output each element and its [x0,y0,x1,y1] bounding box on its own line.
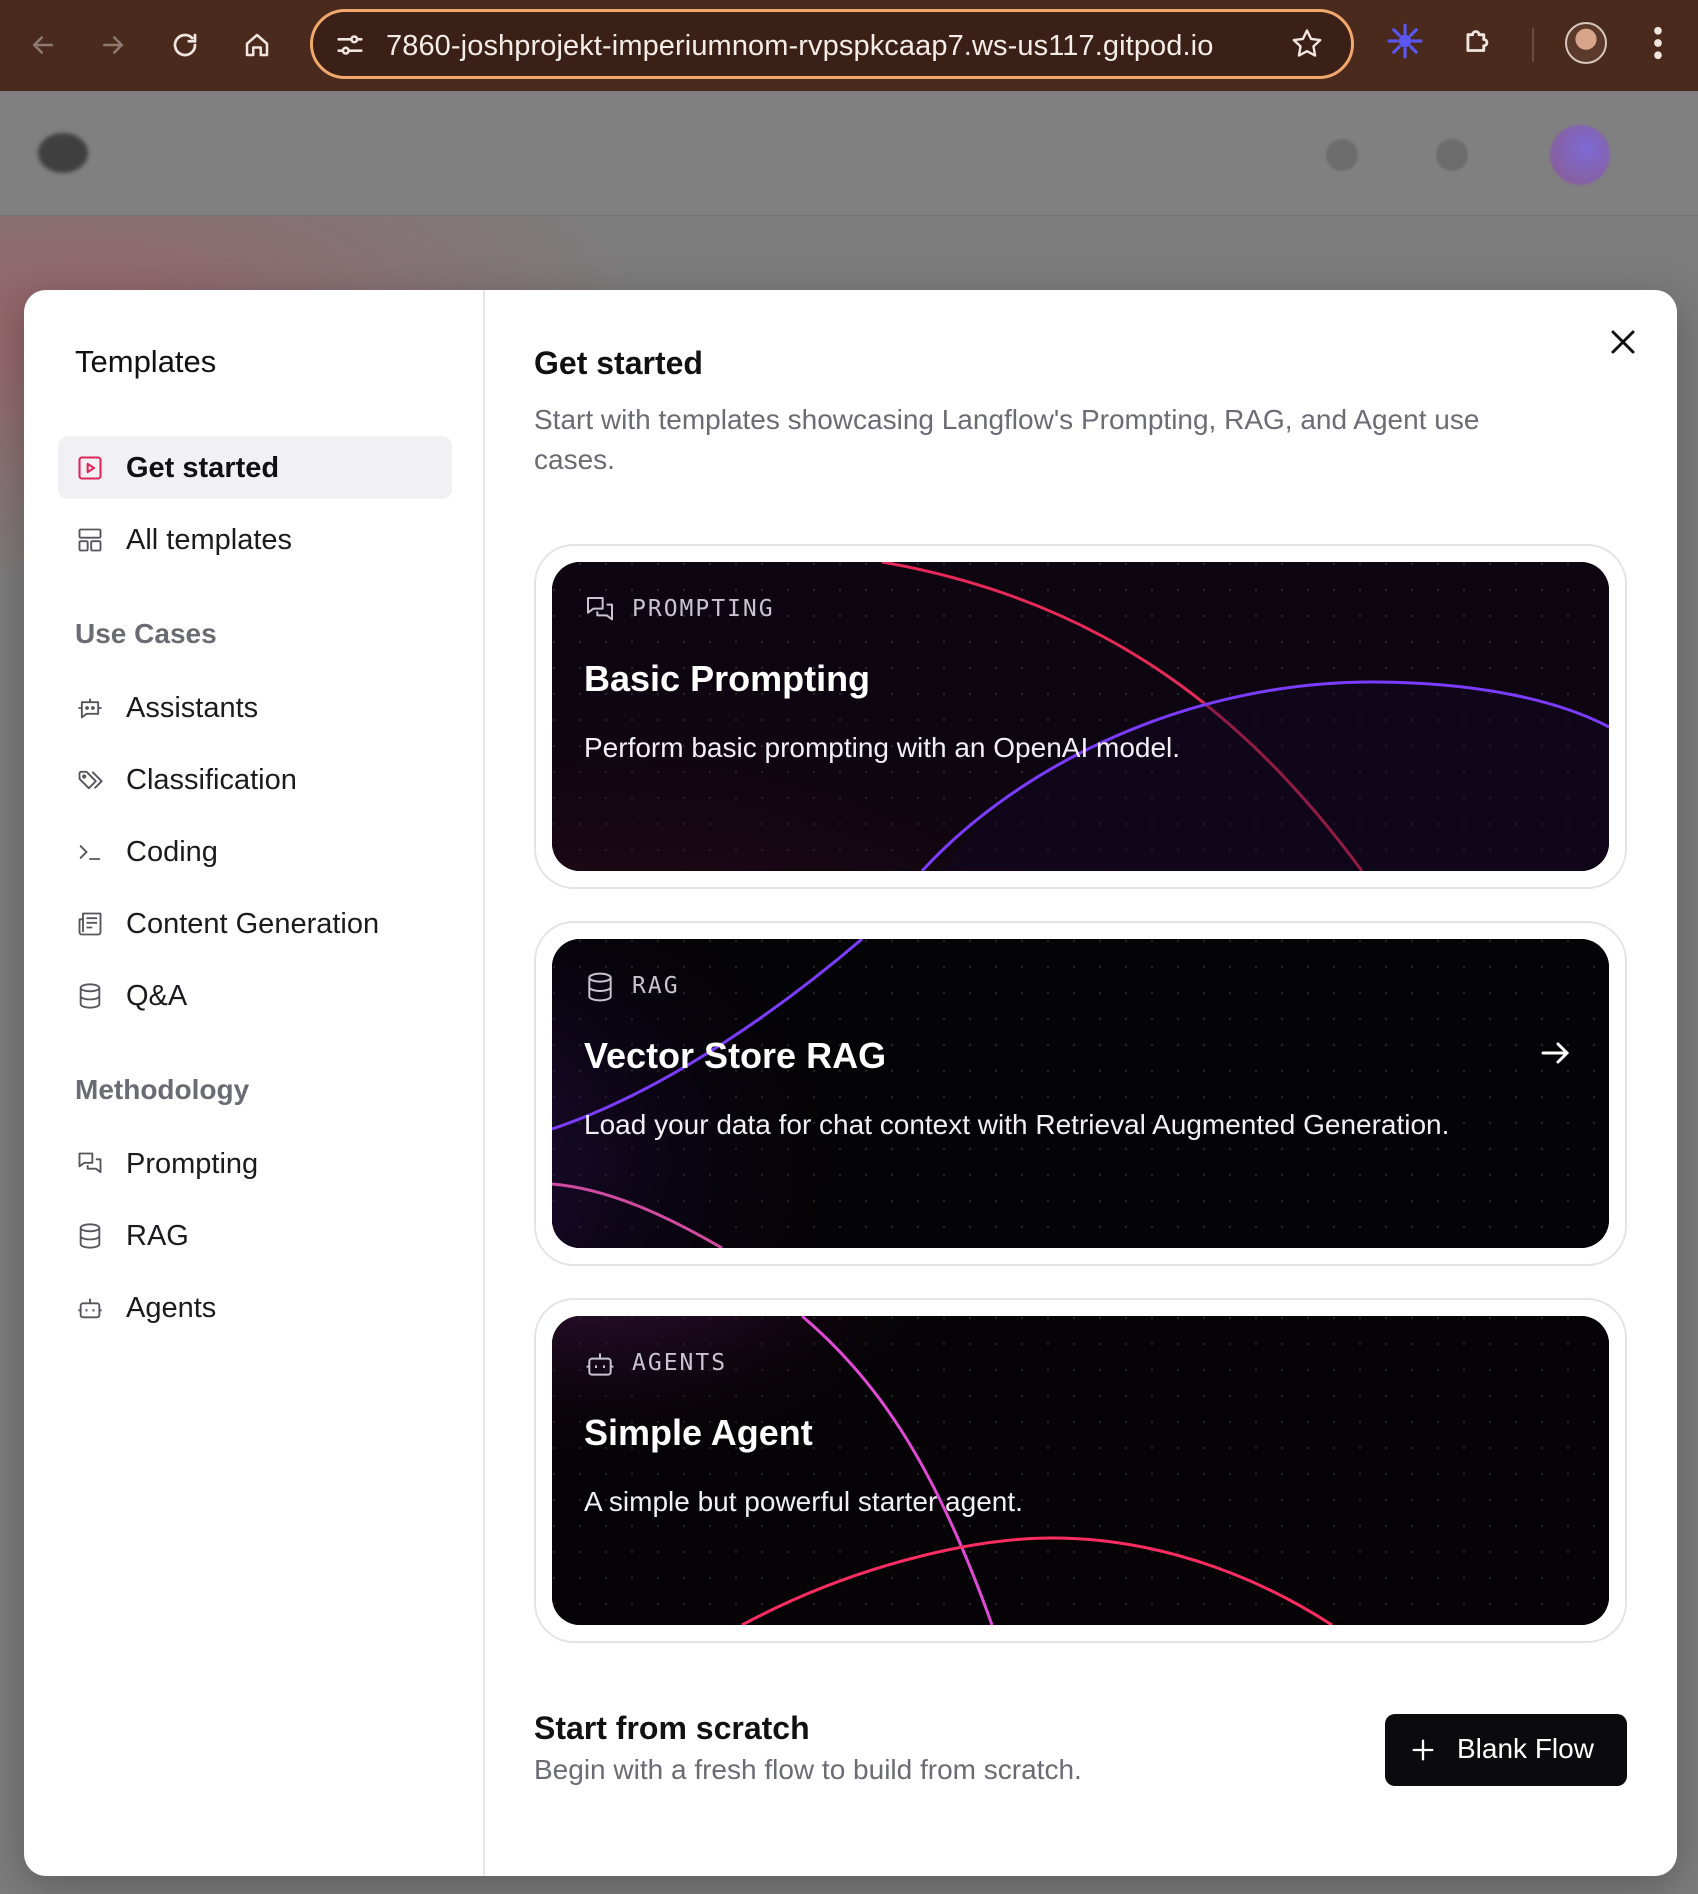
sidebar-item-get-started[interactable]: Get started [58,436,452,499]
profile-avatar[interactable] [1565,22,1607,64]
sidebar-item-qa[interactable]: Q&A [58,964,452,1027]
card-category: RAG [584,971,678,1008]
sidebar-item-label: All templates [126,524,293,556]
card-description: Perform basic prompting with an OpenAI m… [584,732,1181,763]
extensions-puzzle-icon[interactable] [1460,22,1498,65]
toolbar-divider [1532,28,1534,62]
sidebar-item-content-generation[interactable]: Content Generation [58,892,452,955]
card-category-label: AGENTS [632,1350,728,1376]
home-icon[interactable] [234,22,280,68]
bot-icon [76,1294,104,1322]
blank-flow-button[interactable]: Blank Flow [1385,1714,1627,1786]
database-icon [76,1222,104,1250]
card-inner: PROMPTING Basic Prompting Perform basic … [552,562,1609,871]
url-text: 7860-joshprojekt-imperiumnom-rvpspkcaap7… [386,30,1214,62]
messages-icon [584,594,616,631]
sidebar-item-label: RAG [126,1220,189,1252]
layout-grid-icon [76,526,104,554]
app-logo [38,133,88,173]
card-inner: AGENTS Simple Agent A simple but powerfu… [552,1316,1609,1625]
terminal-icon [76,838,104,866]
card-title: Basic Prompting [584,658,871,699]
browser-toolbar: 7860-joshprojekt-imperiumnom-rvpspkcaap7… [0,0,1698,91]
methodology-heading: Methodology [75,1074,250,1105]
bot-icon [584,1348,616,1385]
sidebar-item-rag[interactable]: RAG [58,1204,452,1267]
github-icon [1326,139,1358,171]
card-background [552,939,1609,1248]
blank-flow-label: Blank Flow [1457,1733,1594,1764]
bot-message-icon [76,694,104,722]
card-category: AGENTS [584,1348,725,1385]
extension-sparkle-icon[interactable] [1386,22,1424,65]
page-subtitle: Start with templates showcasing Langflow… [534,404,1480,475]
app-header [0,91,1698,216]
page-title: Get started [534,345,703,381]
more-menu-icon[interactable] [1640,22,1676,69]
templates-modal: Templates Get started All templates Use … [24,290,1677,1876]
sidebar-item-label: Agents [126,1292,217,1324]
scratch-subtitle: Begin with a fresh flow to build from sc… [534,1754,1082,1785]
sidebar-item-classification[interactable]: Classification [58,748,452,811]
sidebar-item-assistants[interactable]: Assistants [58,676,452,739]
database-icon [584,971,616,1008]
sidebar-item-label: Q&A [126,980,188,1012]
forward-icon[interactable] [90,22,136,68]
templates-main: Get started Start with templates showcas… [487,290,1677,1876]
sidebar-item-label: Get started [126,452,280,484]
card-title: Simple Agent [584,1412,813,1453]
sidebar-item-prompting[interactable]: Prompting [58,1132,452,1195]
arrow-right-icon[interactable] [1537,1035,1573,1071]
sidebar-item-all-templates[interactable]: All templates [58,508,452,571]
card-category: PROMPTING [584,594,773,631]
reload-icon[interactable] [162,22,208,68]
star-icon[interactable] [1289,26,1325,67]
sidebar-item-label: Classification [126,764,297,796]
card-inner: RAG Vector Store RAG Load your data for … [552,939,1609,1248]
sidebar-title: Templates [75,344,217,379]
sidebar-item-coding[interactable]: Coding [58,820,452,883]
templates-sidebar: Templates Get started All templates Use … [24,290,485,1876]
sidebar-item-label: Content Generation [126,908,380,940]
card-title: Vector Store RAG [584,1035,887,1076]
template-card-basic-prompting[interactable]: PROMPTING Basic Prompting Perform basic … [534,544,1627,889]
close-icon[interactable] [1603,322,1643,362]
sidebar-item-agents[interactable]: Agents [58,1276,452,1339]
user-avatar [1550,125,1610,185]
card-description: A simple but powerful starter agent. [584,1486,1023,1517]
card-category-label: PROMPTING [632,596,775,622]
sidebar-item-label: Prompting [126,1148,259,1180]
scratch-title: Start from scratch [534,1710,810,1746]
database-icon [76,982,104,1010]
discord-icon [1436,139,1468,171]
use-cases-heading: Use Cases [75,618,217,649]
sidebar-item-label: Coding [126,836,218,868]
template-card-simple-agent[interactable]: AGENTS Simple Agent A simple but powerfu… [534,1298,1627,1643]
template-card-vector-store-rag[interactable]: RAG Vector Store RAG Load your data for … [534,921,1627,1266]
back-icon[interactable] [20,22,66,68]
address-bar[interactable]: 7860-joshprojekt-imperiumnom-rvpspkcaap7… [310,9,1354,79]
play-square-icon [76,454,104,482]
sidebar-item-label: Assistants [126,692,259,724]
tags-icon [76,766,104,794]
plus-icon [1409,1736,1437,1764]
card-category-label: RAG [632,973,680,999]
messages-icon [76,1150,104,1178]
newspaper-icon [76,910,104,938]
card-description: Load your data for chat context with Ret… [584,1109,1450,1140]
site-info-icon[interactable] [333,28,367,67]
